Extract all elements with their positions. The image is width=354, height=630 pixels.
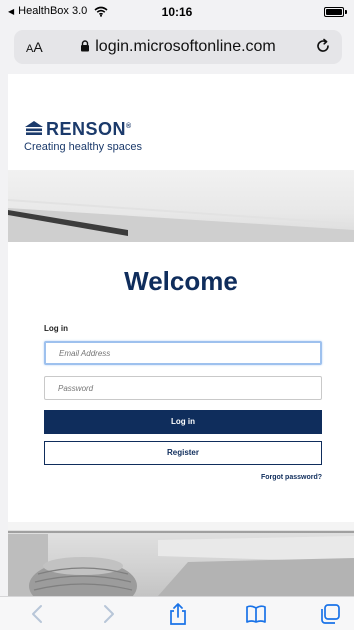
back-icon[interactable] bbox=[26, 603, 50, 625]
register-button[interactable]: Register bbox=[44, 441, 322, 465]
battery-icon bbox=[324, 7, 344, 17]
hero-image-top bbox=[8, 170, 354, 242]
reload-icon[interactable] bbox=[314, 37, 332, 55]
login-section-label: Log in bbox=[44, 324, 68, 333]
welcome-heading: Welcome bbox=[124, 266, 238, 296]
forgot-password-link[interactable]: Forgot password? bbox=[261, 474, 322, 481]
hero-image-bottom bbox=[8, 522, 354, 596]
tabs-icon[interactable] bbox=[318, 603, 342, 625]
forward-icon[interactable] bbox=[96, 603, 120, 625]
share-icon[interactable] bbox=[166, 603, 190, 625]
status-bar: ◀ HealthBox 3.0 10:16 bbox=[0, 0, 354, 24]
bookmarks-icon[interactable] bbox=[244, 603, 268, 625]
login-card: Welcome Log in Log in Register Forgot pa… bbox=[8, 242, 354, 522]
browser-toolbar bbox=[0, 596, 354, 630]
interior-photo-bottom bbox=[8, 522, 354, 596]
login-button[interactable]: Log in bbox=[44, 410, 322, 434]
web-content: RENSON® Creating healthy spaces Welcome … bbox=[8, 74, 354, 596]
lock-icon bbox=[81, 40, 90, 52]
header: RENSON® Creating healthy spaces bbox=[8, 74, 354, 170]
brand-name: RENSON® bbox=[46, 119, 132, 139]
email-input[interactable] bbox=[44, 341, 322, 365]
brand-tagline: Creating healthy spaces bbox=[24, 141, 143, 153]
battery-cap bbox=[345, 10, 347, 14]
renson-logo-mark bbox=[25, 121, 43, 135]
clock: 10:16 bbox=[161, 5, 193, 19]
password-input[interactable] bbox=[44, 376, 322, 400]
interior-photo-top bbox=[8, 199, 354, 242]
phone-screen: ◀ HealthBox 3.0 10:16 AA login.microsoft… bbox=[0, 0, 354, 630]
url-display[interactable]: login.microsoftonline.com bbox=[14, 38, 342, 56]
url-text: login.microsoftonline.com bbox=[95, 38, 276, 55]
address-bar[interactable]: AA login.microsoftonline.com bbox=[14, 30, 342, 64]
